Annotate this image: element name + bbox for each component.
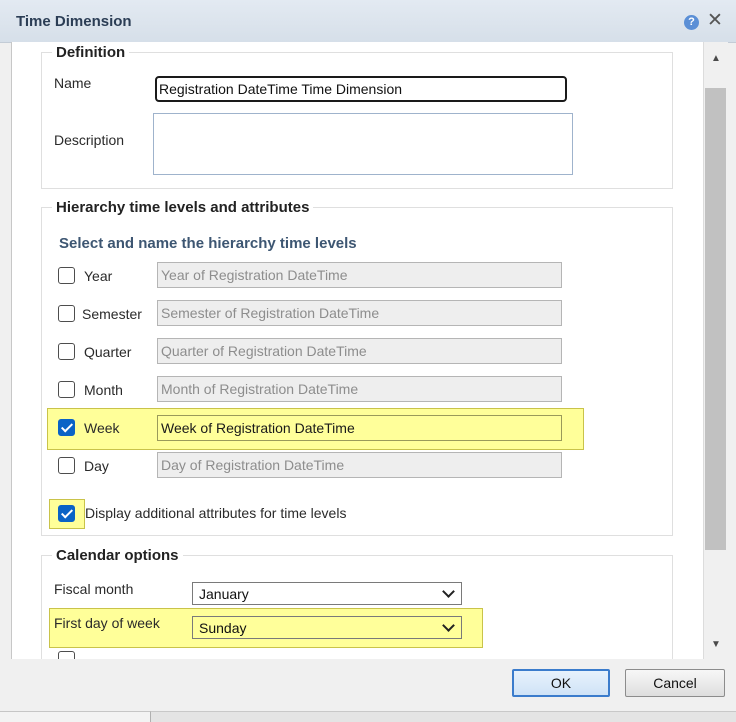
month-checkbox[interactable] <box>58 381 75 398</box>
cancel-button[interactable]: Cancel <box>625 669 725 697</box>
day-label: Day <box>84 458 109 474</box>
semester-label: Semester <box>82 306 142 322</box>
additional-attributes-label: Display additional attributes for time l… <box>85 505 347 521</box>
fiscal-month-value: January <box>199 586 249 602</box>
month-label: Month <box>84 382 123 398</box>
week-name-field[interactable]: Week of Registration DateTime <box>157 415 562 441</box>
day-name-field[interactable]: Day of Registration DateTime <box>157 452 562 478</box>
name-field[interactable] <box>155 76 567 102</box>
scroll-up-arrow-icon[interactable]: ▲ <box>704 48 728 70</box>
quarter-label: Quarter <box>84 344 132 360</box>
title-bar: Time Dimension ? ✕ <box>0 0 736 43</box>
name-label: Name <box>54 75 92 91</box>
day-checkbox[interactable] <box>58 457 75 474</box>
chevron-down-icon <box>442 585 455 598</box>
scroll-thumb[interactable] <box>705 88 726 550</box>
dialog-content: Definition Name Description Hierarchy ti… <box>11 42 704 659</box>
week-label: Week <box>84 420 120 436</box>
close-icon[interactable]: ✕ <box>706 10 724 32</box>
quarter-name-field[interactable]: Quarter of Registration DateTime <box>157 338 562 364</box>
semester-checkbox[interactable] <box>58 305 75 322</box>
first-day-value: Sunday <box>199 620 247 636</box>
dialog-title: Time Dimension <box>16 13 132 30</box>
partial-option-checkbox[interactable] <box>58 651 75 659</box>
month-name-field[interactable]: Month of Registration DateTime <box>157 376 562 402</box>
description-label: Description <box>54 132 125 148</box>
fiscal-month-label: Fiscal month <box>54 581 134 597</box>
ok-button[interactable]: OK <box>512 669 610 697</box>
additional-attributes-checkbox[interactable] <box>58 505 75 522</box>
hierarchy-subheading: Select and name the hierarchy time level… <box>59 235 357 252</box>
first-day-label: First day of week <box>54 615 160 631</box>
scroll-down-arrow-icon[interactable]: ▼ <box>704 634 728 656</box>
hierarchy-legend: Hierarchy time levels and attributes <box>56 199 310 216</box>
year-label: Year <box>84 268 113 284</box>
background-window-edge <box>0 711 151 722</box>
fiscal-month-select[interactable]: January <box>192 582 462 605</box>
time-dimension-dialog: Time Dimension ? ✕ Definition Name Descr… <box>0 0 736 712</box>
vertical-scrollbar[interactable]: ▲ ▼ <box>703 42 728 659</box>
week-checkbox[interactable] <box>58 419 75 436</box>
help-icon[interactable]: ? <box>684 15 699 30</box>
semester-name-field[interactable]: Semester of Registration DateTime <box>157 300 562 326</box>
calendar-legend: Calendar options <box>56 547 179 564</box>
first-day-select[interactable]: Sunday <box>192 616 462 639</box>
year-name-field[interactable]: Year of Registration DateTime <box>157 262 562 288</box>
description-field[interactable] <box>153 113 573 175</box>
quarter-checkbox[interactable] <box>58 343 75 360</box>
definition-legend: Definition <box>56 44 126 61</box>
chevron-down-icon <box>442 619 455 632</box>
year-checkbox[interactable] <box>58 267 75 284</box>
